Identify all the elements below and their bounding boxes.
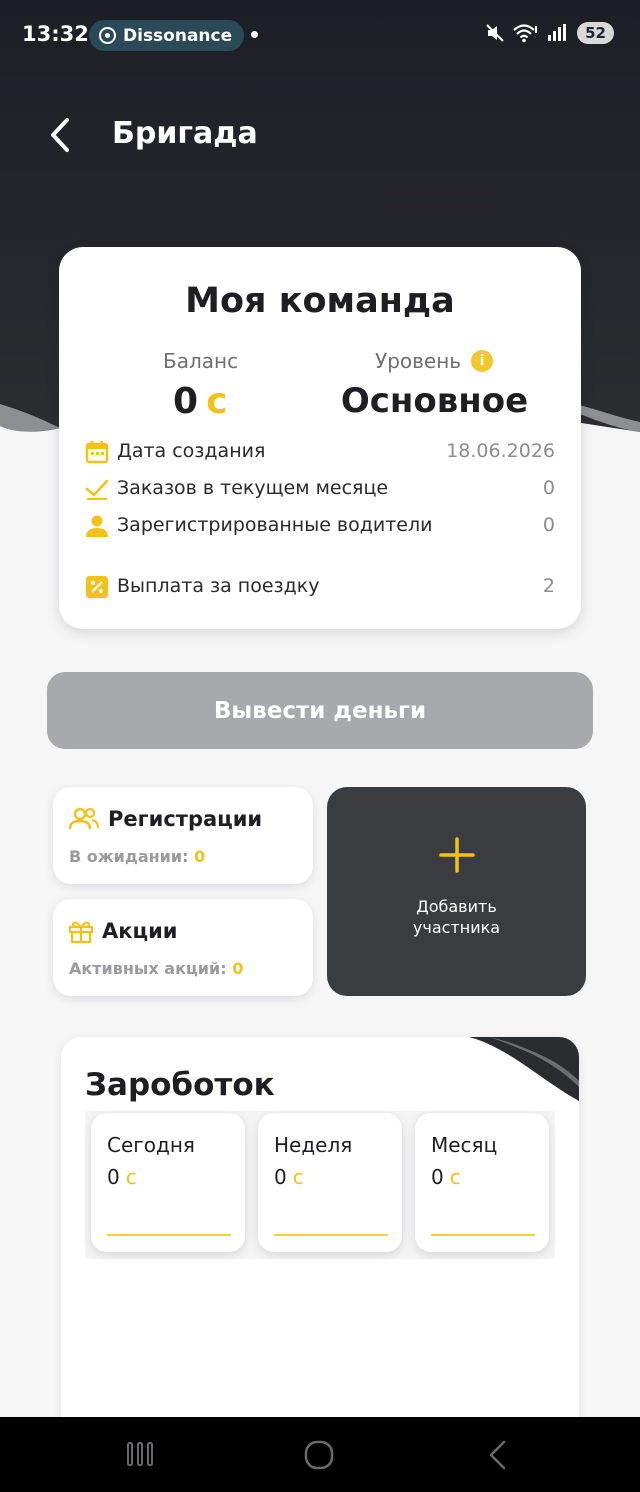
person-icon [86,515,108,537]
period-value: 0с [107,1165,137,1189]
registrations-card[interactable]: Регистрации В ожидании: 0 [53,787,313,884]
team-summary-card: Моя команда Баланс 0с Уровень i Основное… [59,247,581,629]
stat-row-drivers: Зарегистрированные водители 0 [85,513,555,538]
balance-label: Баланс [163,349,239,373]
status-bar: 13:32 Dissonance 52 [0,0,640,70]
record-icon [99,27,116,44]
promotions-header: Акции [68,919,178,943]
stat-row-created-date: Дата создания 18.06.2026 [85,439,555,464]
add-member-line1: Добавить [416,897,497,916]
withdraw-button[interactable]: Вывести деньги [47,672,593,749]
gift-icon [68,921,94,943]
period-name: Неделя [274,1133,353,1157]
system-back-icon[interactable] [485,1439,509,1471]
period-value: 0с [431,1165,461,1189]
period-card-today[interactable]: Сегодня 0с [91,1113,245,1252]
stat-value: 2 [542,575,555,597]
promotions-card[interactable]: Акции Активных акций: 0 [53,899,313,996]
percent-icon [86,576,108,598]
signal-icon [548,24,567,41]
registrations-header: Регистрации [68,807,262,831]
mute-icon [486,24,504,42]
stat-label: Выплата за поездку [117,575,320,597]
level-label-text: Уровень [375,349,462,373]
chevron-left-icon [51,118,69,152]
notification-app-name: Dissonance [123,25,233,46]
period-name: Сегодня [107,1133,195,1157]
add-member-button[interactable]: Добавить участника [327,787,586,996]
recent-apps-icon[interactable] [125,1439,155,1469]
notification-dot [251,31,258,38]
promotions-active: Активных акций: 0 [69,959,243,978]
plus-icon [327,837,586,877]
system-navigation-bar [0,1417,640,1492]
users-icon [68,807,100,830]
period-underline [107,1234,231,1236]
active-label: Активных акций: [69,959,227,978]
home-icon[interactable] [303,1439,335,1471]
stat-label: Зарегистрированные водители [117,514,433,536]
corner-wave-decoration [469,1037,579,1101]
level-label: Уровень i [375,349,494,373]
stat-label: Заказов в текущем месяце [117,477,389,499]
info-icon[interactable]: i [471,350,494,372]
stat-value: 0 [542,514,555,536]
stat-label: Дата создания [117,440,266,462]
period-card-week[interactable]: Неделя 0с [258,1113,402,1252]
registrations-pending: В ожидании: 0 [69,847,205,866]
status-icons: 52 [485,22,614,44]
period-value: 0с [274,1165,304,1189]
period-name: Месяц [431,1133,498,1157]
status-time: 13:32 [22,22,89,46]
promotions-title: Акции [102,919,178,943]
pending-count: 0 [194,847,206,866]
notification-pill: Dissonance [89,20,245,51]
stat-row-orders: Заказов в текущем месяце 0 [85,476,555,501]
stat-value: 0 [542,477,555,499]
stat-row-payout: Выплата за поездку 2 [85,574,555,599]
period-card-month[interactable]: Месяц 0с [415,1113,549,1252]
registrations-title: Регистрации [108,807,263,831]
period-underline [274,1234,388,1236]
period-underline [431,1234,535,1236]
page-title: Бригада [112,116,258,151]
level-value: Основное [340,381,529,421]
stat-value: 18.06.2026 [446,440,555,462]
battery-indicator: 52 [577,22,614,44]
add-member-label: Добавить участника [327,896,586,938]
wifi-icon [513,24,538,43]
earnings-card: Зароботок Сегодня 0с Неделя 0с Месяц 0с [61,1037,579,1437]
pending-label: В ожидании: [69,847,189,866]
back-button[interactable] [40,112,80,158]
earnings-title: Зароботок [85,1067,275,1103]
team-title: Моя команда [185,281,455,321]
active-count: 0 [232,959,244,978]
checkmark-icon [85,479,109,500]
add-member-line2: участника [412,918,501,937]
calendar-icon [85,441,109,464]
